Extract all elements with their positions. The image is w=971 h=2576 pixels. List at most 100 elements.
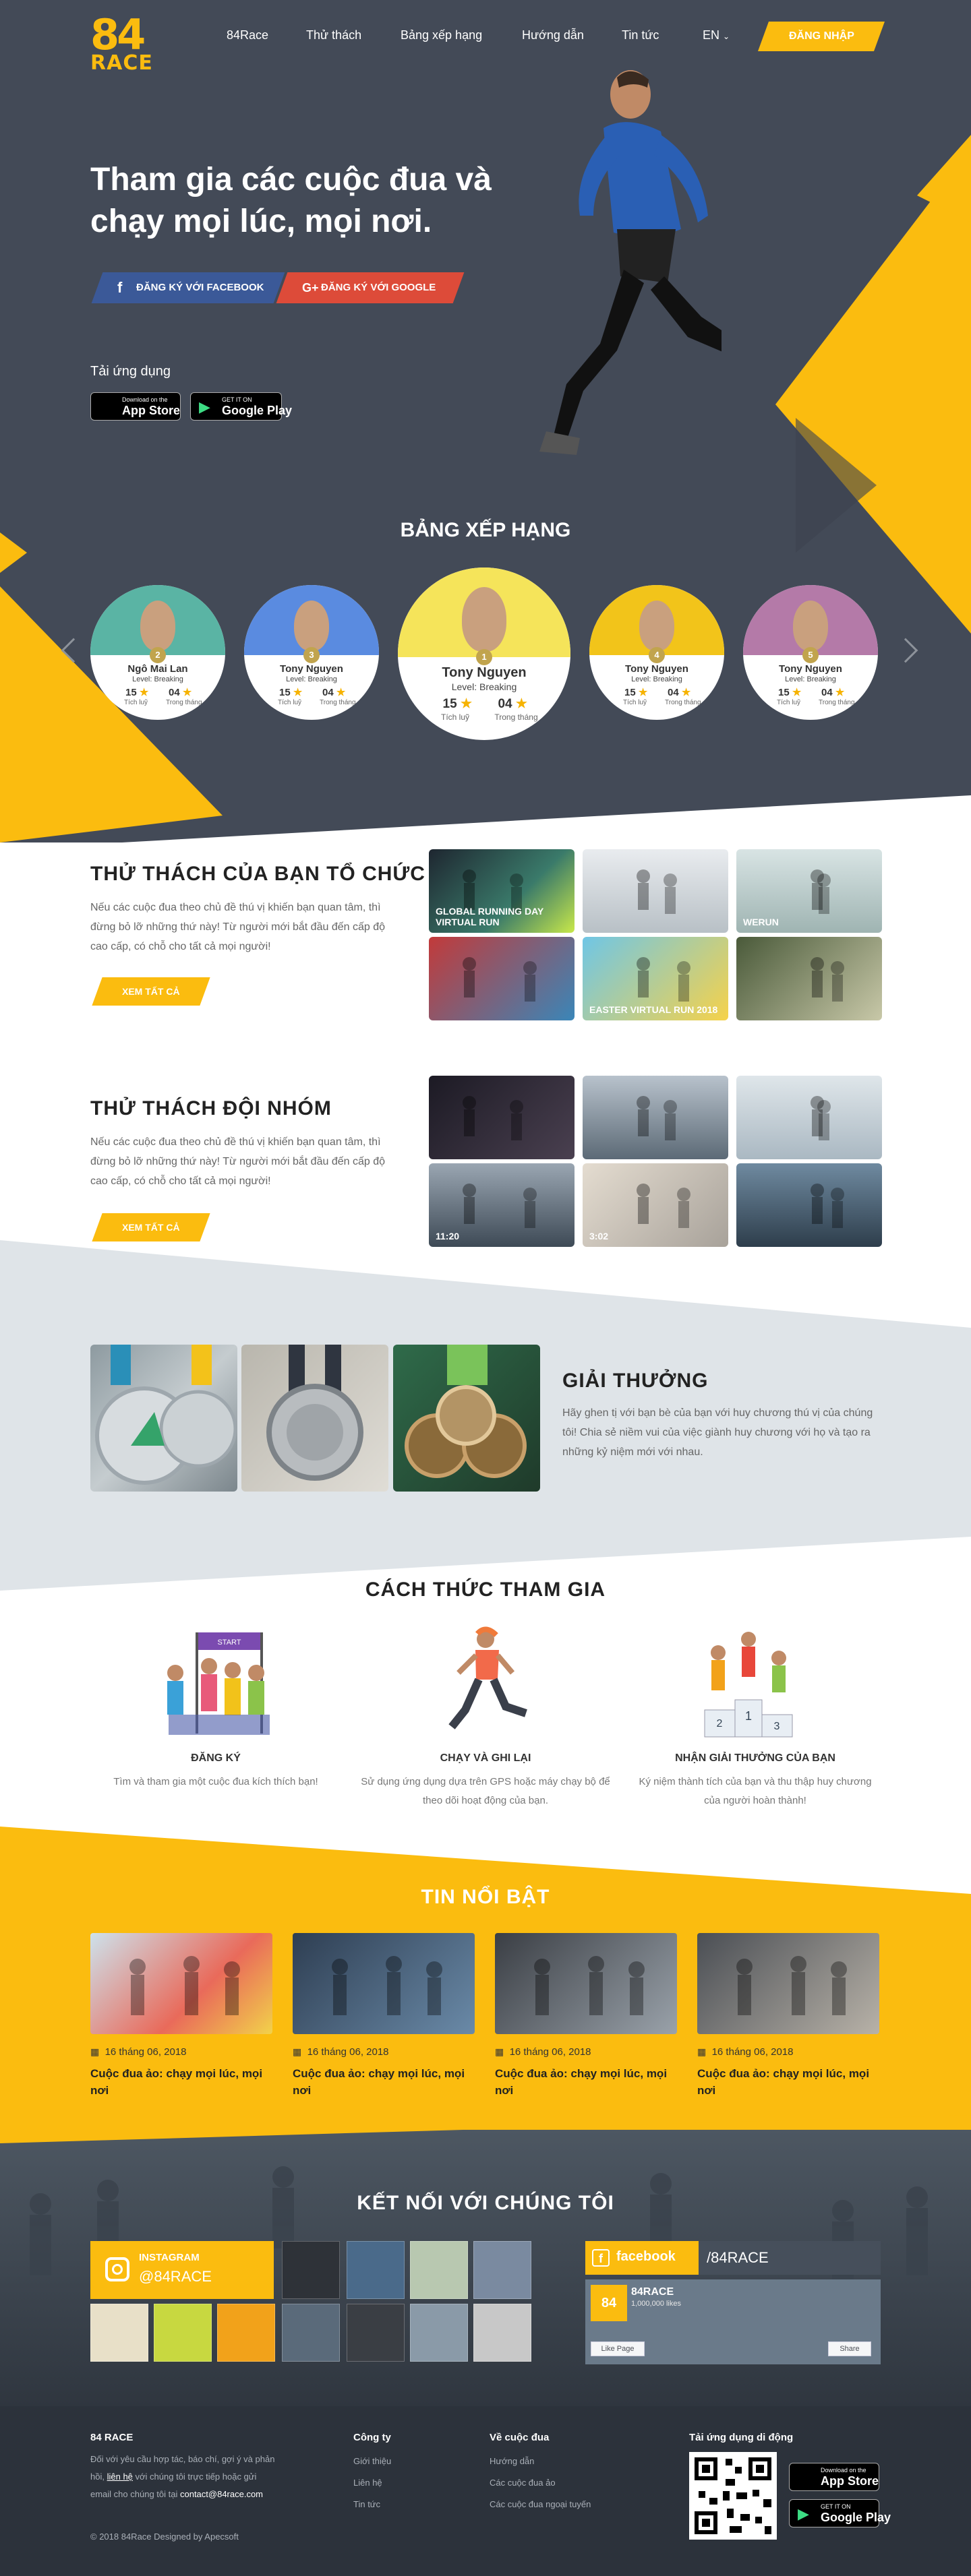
organizer-challenges-desc: Nếu các cuộc đua theo chủ đề thú vị khiế… (90, 902, 385, 952)
team-see-all-button[interactable]: XEM TẤT CẢ (92, 1213, 210, 1241)
challenge-thumbnail[interactable] (583, 849, 728, 933)
leaderboard-card[interactable]: 3 Tony Nguyen Level: Breaking 15 ★ 04 ★ … (244, 585, 379, 720)
runner-avatar (398, 568, 570, 657)
hero-title: Tham gia các cuộc đua và chạy mọi lúc, m… (90, 162, 492, 239)
podium-illustration: 1 2 3 (704, 1632, 793, 1738)
step-desc: Tìm và tham gia một cuộc đua kích thích … (113, 1776, 318, 1787)
star-icon: ★ (681, 687, 691, 698)
news-image[interactable] (697, 1933, 879, 2034)
news-date-text: 16 tháng 06, 2018 (307, 2046, 389, 2058)
instagram-photo[interactable] (410, 2241, 468, 2299)
footer-email[interactable]: contact@84race.com (180, 2489, 263, 2499)
news-title[interactable]: Cuộc đua ảo: chạy mọi lúc, mọi nơi (495, 2065, 677, 2099)
month-value: 04 (821, 687, 833, 698)
google-signup-button[interactable]: G+ ĐĂNG KÝ VỚI GOOGLE (276, 272, 465, 303)
appstore-big-text: App Store (821, 2474, 879, 2488)
month-medals: 04 ★ (668, 686, 690, 698)
news-image[interactable] (293, 1933, 475, 2034)
news-date-text: 16 tháng 06, 2018 (711, 2046, 794, 2058)
leaderboard-card[interactable]: 2 Ngô Mai Lan Level: Breaking 15 ★ 04 ★ … (90, 585, 225, 720)
footer-link-guide[interactable]: Hướng dẫn (490, 2456, 534, 2466)
appstore-big-text: App Store (122, 404, 181, 417)
nav-item-challenges[interactable]: Thử thách (306, 28, 361, 42)
instagram-photo[interactable] (90, 2304, 148, 2362)
organizer-see-all-button[interactable]: XEM TẤT CẢ (92, 977, 210, 1006)
instagram-photo[interactable] (473, 2304, 531, 2362)
rank-badge: 5 (802, 647, 819, 663)
rank-badge: 1 (476, 649, 492, 665)
footer-contact-link[interactable]: liên hệ (107, 2472, 133, 2482)
total-value: 15 (125, 687, 137, 698)
rank-badge: 3 (303, 647, 320, 663)
fb-like-label: Like Page (601, 2345, 635, 2353)
instagram-photo[interactable] (282, 2304, 340, 2362)
challenge-thumbnail[interactable]: GLOBAL RUNNING DAY VIRTUAL RUN (429, 849, 575, 933)
instagram-photo[interactable] (217, 2304, 275, 2362)
runner-avatar (90, 585, 225, 655)
runner-level: Level: Breaking (785, 675, 836, 683)
leaderboard-card[interactable]: 1 Tony Nguyen Level: Breaking 15 ★ 04 ★ … (398, 568, 570, 740)
login-button[interactable]: ĐĂNG NHẬP (757, 22, 885, 51)
instagram-photo[interactable] (410, 2304, 468, 2362)
instagram-photo[interactable] (282, 2241, 340, 2299)
footer-link-about[interactable]: Giới thiệu (353, 2456, 391, 2466)
challenge-thumbnail[interactable]: WERUN (736, 849, 882, 933)
footer-link-offline-races[interactable]: Các cuộc đua ngoại tuyến (490, 2499, 591, 2509)
instagram-photo[interactable] (473, 2241, 531, 2299)
total-value: 15 (442, 697, 457, 711)
googleplay-small-text: GET IT ON (821, 2503, 851, 2510)
total-label: Tích luỹ (124, 699, 148, 706)
leaderboard-card[interactable]: 4 Tony Nguyen Level: Breaking 15 ★ 04 ★ … (589, 585, 724, 720)
instagram-box[interactable]: INSTAGRAM @84RACE (90, 2241, 274, 2299)
svg-text:3: 3 (774, 1721, 780, 1732)
logo[interactable]: 84 RACE (90, 14, 158, 84)
facebook-page-widget[interactable]: 84 84RACE 1,000,000 likes Like Page Shar… (585, 2279, 881, 2364)
challenge-thumbnail[interactable] (736, 1163, 882, 1247)
challenge-thumbnail[interactable]: 3:02 (583, 1163, 728, 1247)
nav-item-84race[interactable]: 84Race (227, 28, 268, 42)
total-medals: 15 ★ (778, 686, 801, 698)
facebook-signup-button[interactable]: f ĐĂNG KÝ VỚI FACEBOOK (91, 272, 285, 303)
nav-item-guide[interactable]: Hướng dẫn (522, 28, 584, 42)
news-title[interactable]: Cuộc đua ảo: chạy mọi lúc, mọi nơi (90, 2065, 272, 2099)
login-label: ĐĂNG NHẬP (788, 30, 854, 42)
nav-item-leaderboard[interactable]: Bảng xếp hạng (401, 28, 482, 42)
news-title[interactable]: Cuộc đua ảo: chạy mọi lúc, mọi nơi (697, 2065, 879, 2099)
language-select[interactable]: EN ⌄ (703, 28, 730, 42)
instagram-photo[interactable] (347, 2304, 405, 2362)
fb-share-button[interactable]: Share (828, 2341, 871, 2356)
month-label: Trong tháng (320, 699, 356, 706)
challenge-thumbnail[interactable]: EASTER VIRTUAL RUN 2018 (583, 937, 728, 1020)
organizer-challenges-title: THỬ THÁCH CỦA BẠN TỔ CHỨC (90, 863, 425, 885)
footer-link-contact[interactable]: Liên hệ (353, 2478, 382, 2488)
challenge-thumbnail[interactable] (736, 937, 882, 1020)
facebook-box[interactable]: f facebook /84RACE (585, 2241, 881, 2275)
fb-like-page-button[interactable]: Like Page (591, 2341, 645, 2356)
connect-title: KẾT NỐI VỚI CHÚNG TÔI (357, 2192, 614, 2214)
step-title: ĐĂNG KÝ (191, 1752, 241, 1764)
month-value: 04 (169, 687, 180, 698)
news-title[interactable]: Cuộc đua ảo: chạy mọi lúc, mọi nơi (293, 2065, 475, 2099)
total-label: Tích luỹ (441, 712, 470, 722)
googleplay-big-text: Google Play (821, 2511, 891, 2524)
instagram-photo[interactable] (347, 2241, 405, 2299)
leaderboard-card[interactable]: 5 Tony Nguyen Level: Breaking 15 ★ 04 ★ … (743, 585, 878, 720)
footer-googleplay-button[interactable]: ▶ GET IT ON Google Play (789, 2499, 891, 2527)
instagram-icon (105, 2257, 129, 2281)
challenge-thumbnail[interactable]: 11:20 (429, 1163, 575, 1247)
challenge-thumbnail[interactable] (429, 937, 575, 1020)
challenge-thumbnail[interactable] (736, 1076, 882, 1159)
award-medal-image (241, 1345, 388, 1492)
challenge-thumbnail[interactable] (429, 1076, 575, 1159)
googleplay-button[interactable]: ▶ GET IT ON Google Play (190, 392, 292, 421)
footer-appstore-button[interactable]: Download on the App Store (789, 2463, 879, 2491)
nav-item-news[interactable]: Tin tức (622, 28, 659, 42)
footer-link-virtual-races[interactable]: Các cuộc đua ảo (490, 2478, 556, 2488)
challenge-thumbnail[interactable] (583, 1076, 728, 1159)
instagram-photo[interactable] (154, 2304, 212, 2362)
appstore-button[interactable]: Download on the App Store (90, 392, 181, 421)
star-icon: ★ (638, 687, 648, 698)
news-image[interactable] (90, 1933, 272, 2034)
news-image[interactable] (495, 1933, 677, 2034)
footer-link-news[interactable]: Tin tức (353, 2499, 380, 2509)
